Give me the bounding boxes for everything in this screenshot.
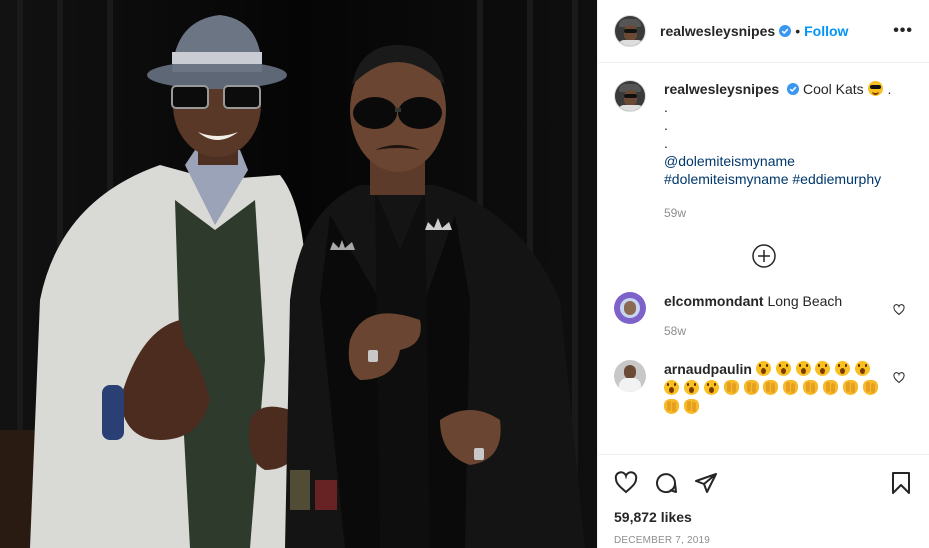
caption-hashtags[interactable]: #dolemiteismyname #eddiemurphy xyxy=(664,170,913,188)
like-heart-icon[interactable] xyxy=(614,471,638,495)
caption-dot-1: . xyxy=(664,99,668,115)
post-header: realwesleysnipes • Follow ••• xyxy=(598,0,929,63)
likes-count[interactable]: 59,872 likes xyxy=(614,509,913,525)
comment-bubble-icon[interactable] xyxy=(654,471,678,495)
photo-illustration xyxy=(0,0,597,548)
clapping-hands-emoji-icon xyxy=(683,399,699,414)
post-photo[interactable] xyxy=(0,0,597,548)
comment-item: elcommondant Long Beach 58w xyxy=(614,292,913,340)
clapping-hands-emoji-icon xyxy=(743,380,759,395)
comment-emoji-row-3 xyxy=(664,398,913,417)
comment-username[interactable]: arnaudpaulin xyxy=(664,361,752,377)
astonished-emoji-icon xyxy=(855,361,871,376)
share-paper-plane-icon[interactable] xyxy=(694,471,718,495)
clapping-hands-emoji-icon xyxy=(783,380,799,395)
caption-dot-3: . xyxy=(664,135,668,151)
astonished-emoji-icon xyxy=(664,380,679,395)
verified-badge-icon xyxy=(787,83,800,95)
sunglasses-emoji-icon xyxy=(867,81,883,96)
caption-text: Cool Kats xyxy=(802,81,864,97)
caption: realwesleysnipes Cool Kats . . . . @dole… xyxy=(614,80,913,222)
clapping-hands-emoji-icon xyxy=(862,380,878,395)
more-options-button[interactable]: ••• xyxy=(893,22,913,40)
clapping-hands-emoji-icon xyxy=(843,380,859,395)
comment-age[interactable]: 58w xyxy=(664,322,913,340)
astonished-emoji-icon xyxy=(835,361,851,376)
caption-suffix: . xyxy=(887,81,892,97)
action-bar xyxy=(614,463,913,503)
astonished-emoji-icon xyxy=(795,361,811,376)
save-bookmark-icon[interactable] xyxy=(889,471,913,495)
post-date[interactable]: DECEMBER 7, 2019 xyxy=(614,535,913,546)
caption-mention[interactable]: @dolemiteismyname xyxy=(664,152,913,170)
separator-dot: • xyxy=(795,23,801,39)
astonished-emoji-icon xyxy=(815,361,831,376)
comments-section[interactable]: realwesleysnipes Cool Kats . . . . @dole… xyxy=(598,64,929,454)
verified-badge-icon xyxy=(779,25,792,37)
comment-item: arnaudpaulin xyxy=(614,360,913,417)
astonished-emoji-icon xyxy=(703,380,719,395)
comment-emoji-row-1 xyxy=(755,361,871,377)
caption-avatar[interactable] xyxy=(614,80,646,112)
clapping-hands-emoji-icon xyxy=(664,399,679,414)
comment-text: Long Beach xyxy=(767,293,843,309)
caption-dot-2: . xyxy=(664,117,668,133)
comment-username[interactable]: elcommondant xyxy=(664,293,764,309)
load-more-comments-icon[interactable] xyxy=(751,244,776,268)
caption-age[interactable]: 59w xyxy=(664,204,913,222)
author-username[interactable]: realwesleysnipes xyxy=(660,23,775,39)
astonished-emoji-icon xyxy=(755,361,771,376)
astonished-emoji-icon xyxy=(683,380,699,395)
astonished-emoji-icon xyxy=(775,361,791,376)
follow-button[interactable]: Follow xyxy=(804,23,848,39)
comment-emoji-row-2 xyxy=(664,379,913,398)
like-comment-heart-icon[interactable] xyxy=(893,304,905,316)
clapping-hands-emoji-icon xyxy=(723,380,739,395)
post-actions: 59,872 likes DECEMBER 7, 2019 xyxy=(598,454,929,546)
commenter-avatar[interactable] xyxy=(614,292,646,324)
caption-username[interactable]: realwesleysnipes xyxy=(664,81,779,97)
like-comment-heart-icon[interactable] xyxy=(893,372,905,384)
author-avatar[interactable] xyxy=(614,15,646,47)
clapping-hands-emoji-icon xyxy=(823,380,839,395)
commenter-avatar[interactable] xyxy=(614,360,646,392)
clapping-hands-emoji-icon xyxy=(763,380,779,395)
clapping-hands-emoji-icon xyxy=(803,380,819,395)
post-side-panel: realwesleysnipes • Follow ••• realwesley… xyxy=(597,0,929,548)
